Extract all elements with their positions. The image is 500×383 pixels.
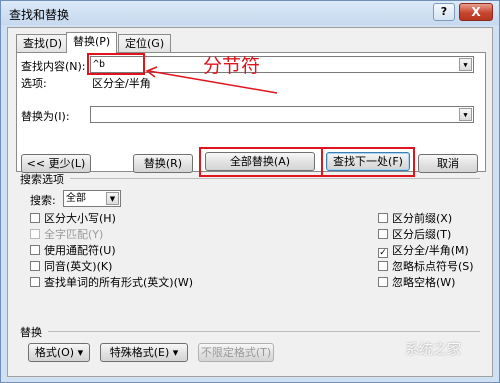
option-match-case[interactable]: 区分大小写(H) — [30, 210, 116, 225]
find-next-highlight — [321, 147, 415, 177]
replace-button[interactable]: 替换(R) — [133, 154, 193, 173]
tab-replace[interactable]: 替换(P) — [66, 32, 118, 53]
find-dropdown-arrow-icon[interactable]: ▼ — [459, 58, 472, 71]
option-match-suffix[interactable]: 区分后缀(T) — [378, 226, 451, 241]
help-button[interactable]: ? — [433, 3, 455, 21]
whole-word-checkbox — [30, 229, 40, 239]
replace-section-divider — [48, 331, 480, 332]
find-value-highlight — [87, 53, 145, 75]
tab-find[interactable]: 查找(D) — [16, 34, 70, 52]
format-button[interactable]: 格式(O) ▾ — [28, 343, 90, 362]
search-options-label: 搜索选项 — [20, 173, 64, 186]
replace-all-highlight — [199, 147, 323, 177]
dialog-title: 查找和替换 — [9, 8, 70, 22]
option-ignore-punctuation[interactable]: 忽略标点符号(S) — [378, 258, 474, 273]
find-replace-dialog: 查找和替换 ? X 查找(D) 替换(P) 定位(G) 查找内容(N): ^b … — [0, 0, 500, 383]
watermark: 系统之家 — [405, 342, 461, 358]
replace-section-label: 替换 — [20, 326, 42, 339]
search-direction-value: 全部 — [66, 193, 86, 204]
search-options-divider — [70, 178, 480, 179]
no-formatting-button: 不限定格式(T) — [198, 343, 274, 362]
match-suffix-checkbox[interactable] — [378, 229, 388, 239]
match-prefix-checkbox[interactable] — [378, 213, 388, 223]
search-direction-arrow-icon[interactable]: ▼ — [106, 192, 119, 205]
annotation-arrow-icon — [145, 66, 278, 94]
cancel-button[interactable]: 取消 — [418, 154, 478, 173]
options-label: 选项: — [21, 77, 47, 90]
search-direction-label: 搜索: — [30, 194, 56, 207]
option-whole-word: 全字匹配(Y) — [30, 226, 103, 241]
option-width-sensitive[interactable]: ✓ 区分全/半角(M) — [378, 242, 469, 258]
width-sensitive-checkbox[interactable]: ✓ — [378, 248, 388, 258]
option-match-prefix[interactable]: 区分前缀(X) — [378, 210, 452, 225]
find-label: 查找内容(N): — [21, 60, 86, 73]
replace-dropdown-arrow-icon[interactable]: ▼ — [459, 108, 472, 121]
match-case-checkbox[interactable] — [30, 213, 40, 223]
title-bar[interactable]: 查找和替换 ? X — [1, 1, 499, 25]
ignore-punctuation-checkbox[interactable] — [378, 261, 388, 271]
special-format-button[interactable]: 特殊格式(E) ▾ — [100, 343, 188, 362]
replace-label: 替换为(I): — [21, 110, 70, 123]
ignore-space-checkbox[interactable] — [378, 277, 388, 287]
search-direction-select[interactable]: 全部 ▼ — [63, 190, 121, 207]
close-button[interactable]: X — [459, 3, 493, 21]
sounds-like-checkbox[interactable] — [30, 261, 40, 271]
option-wildcards[interactable]: 使用通配符(U) — [30, 242, 116, 257]
option-sounds-like[interactable]: 同音(英文)(K) — [30, 258, 112, 273]
wildcards-checkbox[interactable] — [30, 245, 40, 255]
replace-input[interactable]: ▼ — [90, 106, 474, 123]
tab-goto[interactable]: 定位(G) — [118, 34, 172, 52]
option-ignore-space[interactable]: 忽略空格(W) — [378, 274, 455, 289]
all-word-forms-checkbox[interactable] — [30, 277, 40, 287]
option-all-word-forms[interactable]: 查找单词的所有形式(英文)(W) — [30, 274, 193, 289]
